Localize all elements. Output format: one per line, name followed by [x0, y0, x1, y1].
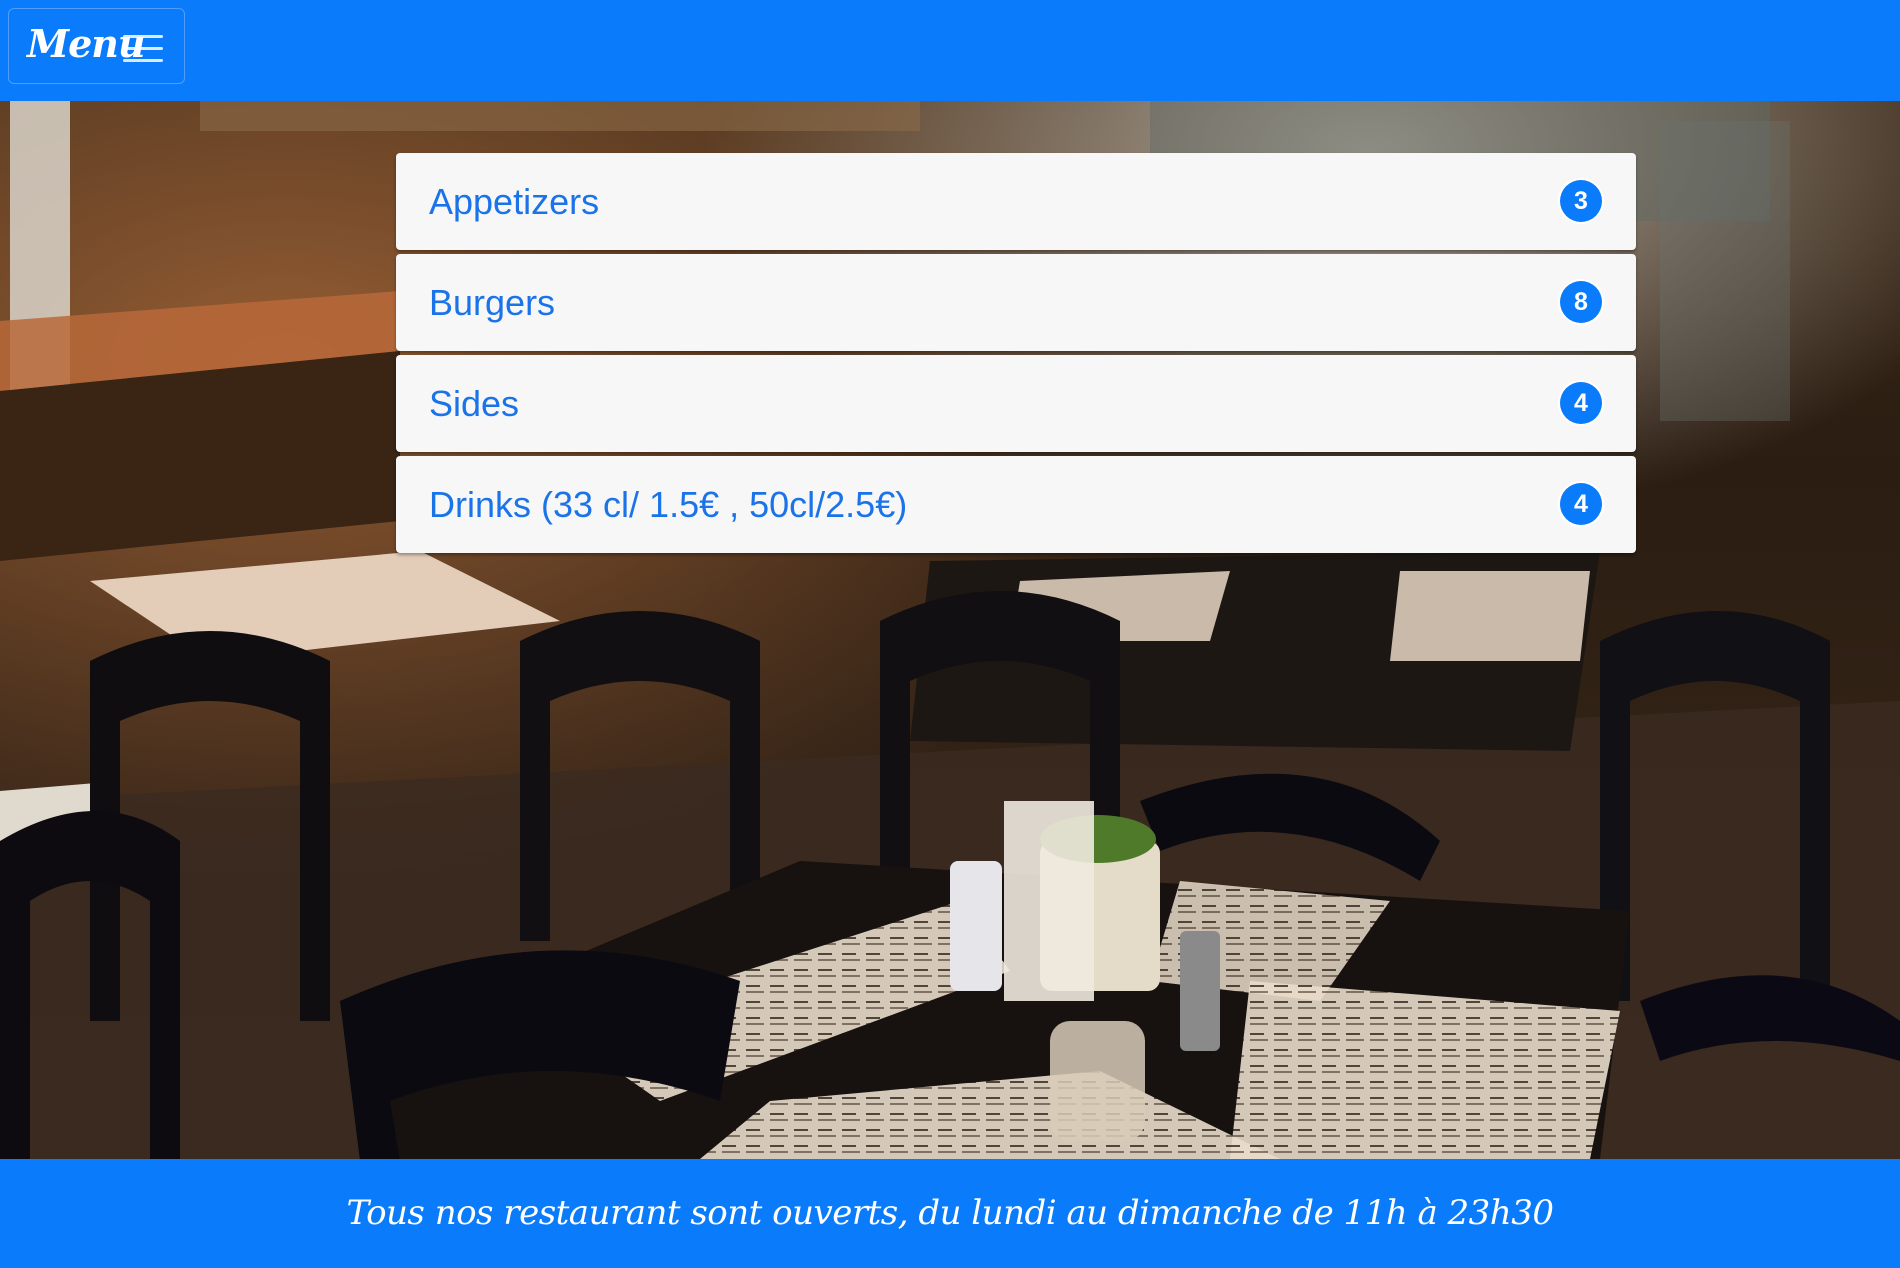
hamburger-icon — [123, 31, 163, 65]
category-label: Appetizers — [429, 181, 600, 222]
menu-toggle-button[interactable]: Menu — [8, 8, 185, 84]
category-label: Drinks (33 cl/ 1.5€ , 50cl/2.5€) — [429, 484, 908, 525]
top-navbar: Menu — [0, 0, 1900, 101]
item-count-badge: 4 — [1560, 483, 1602, 525]
category-item-burgers[interactable]: Burgers 8 — [396, 254, 1636, 351]
item-count-badge: 3 — [1560, 180, 1602, 222]
category-item-sides[interactable]: Sides 4 — [396, 355, 1636, 452]
category-label: Sides — [429, 383, 520, 424]
category-list: Appetizers 3 Burgers 8 Sides 4 Drinks (3… — [396, 153, 1636, 557]
category-item-drinks[interactable]: Drinks (33 cl/ 1.5€ , 50cl/2.5€) 4 — [396, 456, 1636, 553]
category-label: Burgers — [429, 282, 556, 323]
category-item-appetizers[interactable]: Appetizers 3 — [396, 153, 1636, 250]
footer: Tous nos restaurant sont ouverts, du lun… — [0, 1159, 1900, 1268]
opening-hours-text: Tous nos restaurant sont ouverts, du lun… — [346, 1193, 1554, 1233]
item-count-badge: 4 — [1560, 382, 1602, 424]
item-count-badge: 8 — [1560, 281, 1602, 323]
